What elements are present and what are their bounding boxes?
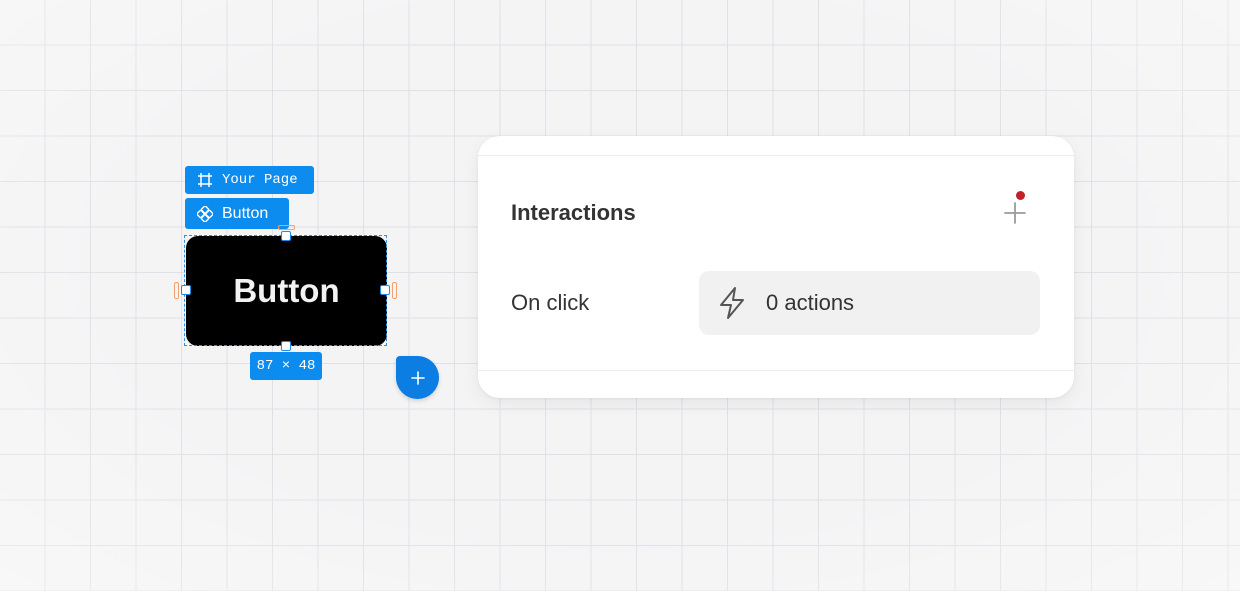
- resize-indicator-right: [392, 282, 397, 299]
- component-tag[interactable]: Button: [185, 198, 289, 229]
- add-element-button[interactable]: [396, 356, 439, 399]
- resize-handle-bottom[interactable]: [281, 341, 291, 351]
- resize-handle-left[interactable]: [181, 285, 191, 295]
- actions-count: 0 actions: [766, 290, 855, 315]
- component-icon: [197, 205, 213, 222]
- resize-handle-right[interactable]: [380, 285, 390, 295]
- interactions-panel: Interactions On click 0 actions: [478, 136, 1074, 398]
- element-button-label: Button: [233, 272, 340, 309]
- add-interaction-button[interactable]: [998, 196, 1032, 230]
- trigger-label: On click: [511, 290, 590, 315]
- size-badge: 87 × 48: [250, 352, 322, 380]
- resize-indicator-left: [174, 282, 179, 299]
- panel-title: Interactions: [511, 200, 636, 225]
- resize-indicator-top: [278, 225, 295, 230]
- plus-icon: [1004, 202, 1026, 224]
- panel-divider-bottom: [478, 370, 1074, 371]
- plus-icon: [410, 370, 425, 385]
- page-frame-label: Your Page: [222, 172, 298, 188]
- resize-handle-top[interactable]: [281, 231, 291, 241]
- panel-divider-top: [478, 155, 1074, 156]
- frame-icon: [197, 172, 213, 188]
- page-frame-tag[interactable]: Your Page: [185, 166, 314, 194]
- component-label: Button: [222, 204, 269, 222]
- selected-button-element[interactable]: Button: [186, 236, 387, 346]
- lightning-icon: [718, 286, 746, 320]
- actions-selector[interactable]: 0 actions: [699, 271, 1040, 335]
- notification-dot: [1016, 191, 1025, 200]
